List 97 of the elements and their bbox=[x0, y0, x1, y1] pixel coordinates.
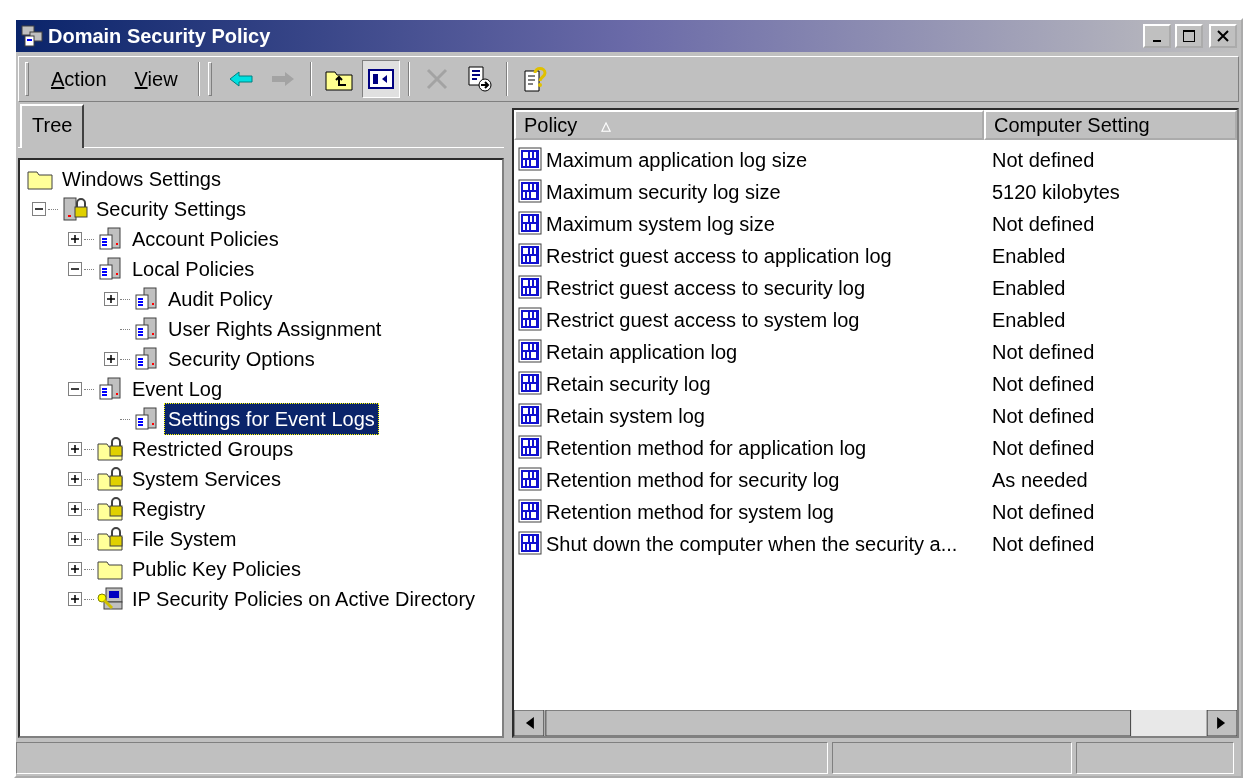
table-cell-text: Enabled bbox=[991, 276, 1066, 301]
table-cell-text: Not defined bbox=[991, 436, 1095, 461]
table-cell-text: Restrict guest access to application log bbox=[546, 244, 892, 269]
server-document-icon bbox=[96, 376, 124, 402]
table-cell-text: Shut down the computer when the security a... bbox=[546, 532, 958, 557]
tree-item[interactable]: Local Policies bbox=[128, 253, 259, 285]
menu-item[interactable]: View bbox=[122, 62, 190, 96]
server-document-icon bbox=[132, 346, 160, 372]
table-cell-text: Not defined bbox=[991, 372, 1095, 397]
policy-icon bbox=[518, 531, 544, 557]
column-header[interactable]: Policy ▵ bbox=[514, 110, 984, 140]
tree-item[interactable]: File System bbox=[128, 523, 241, 555]
table-cell-text: Not defined bbox=[991, 340, 1095, 365]
policy-icon bbox=[518, 499, 544, 525]
expand-icon[interactable] bbox=[104, 352, 118, 366]
table-cell-text: Retention method for system log bbox=[546, 500, 834, 525]
table-cell-text: Not defined bbox=[991, 500, 1095, 525]
tree-item[interactable]: Settings for Event Logs bbox=[164, 403, 379, 435]
tree-item[interactable]: Public Key Policies bbox=[128, 553, 305, 585]
policy-icon bbox=[518, 275, 544, 301]
computer-key-icon bbox=[96, 586, 124, 612]
tree-item[interactable]: Security Options bbox=[164, 343, 319, 375]
table-cell-text: As needed bbox=[991, 468, 1088, 493]
table-cell-text: Not defined bbox=[991, 404, 1095, 429]
collapse-icon[interactable] bbox=[68, 262, 82, 276]
locked-folder-icon bbox=[96, 497, 124, 521]
policy-icon bbox=[518, 147, 544, 173]
policy-icon bbox=[518, 339, 544, 365]
close-button[interactable] bbox=[1209, 24, 1237, 48]
policy-icon bbox=[518, 435, 544, 461]
tree-item[interactable]: Security Settings bbox=[92, 193, 251, 225]
table-cell-text: 5120 kilobytes bbox=[991, 180, 1120, 205]
menu-item[interactable]: Action bbox=[39, 62, 119, 96]
policy-icon bbox=[518, 307, 544, 333]
horizontal-scrollbar[interactable] bbox=[514, 710, 1237, 736]
table-cell-text: Not defined bbox=[991, 148, 1095, 173]
server-document-icon bbox=[132, 406, 160, 432]
minimize-button[interactable] bbox=[1143, 24, 1171, 48]
table-cell-text: Maximum security log size bbox=[546, 180, 781, 205]
policy-icon bbox=[518, 179, 544, 205]
table-cell-text: Retain application log bbox=[546, 340, 738, 365]
policy-icon bbox=[518, 403, 544, 429]
policy-icon bbox=[518, 243, 544, 269]
expand-icon[interactable] bbox=[104, 292, 118, 306]
expand-icon[interactable] bbox=[68, 472, 82, 486]
app-icon bbox=[20, 24, 44, 48]
expand-icon[interactable] bbox=[68, 232, 82, 246]
expand-icon[interactable] bbox=[68, 502, 82, 516]
table-cell-text: Enabled bbox=[991, 308, 1066, 333]
server-document-icon bbox=[96, 226, 124, 252]
expand-icon[interactable] bbox=[68, 562, 82, 576]
locked-folder-icon bbox=[96, 467, 124, 491]
server-document-icon bbox=[132, 316, 160, 342]
table-cell-text: Maximum application log size bbox=[546, 148, 808, 173]
tree-item[interactable]: System Services bbox=[128, 463, 285, 495]
minimize-icon bbox=[1153, 40, 1161, 42]
window-title: Domain Security Policy bbox=[48, 24, 271, 49]
table-cell-text: Not defined bbox=[991, 212, 1095, 237]
forward-arrow-icon bbox=[269, 69, 296, 89]
locked-folder-icon bbox=[96, 527, 124, 551]
locked-server-icon bbox=[60, 196, 88, 222]
table-cell-text: Retention method for application log bbox=[546, 436, 867, 461]
server-document-icon bbox=[96, 256, 124, 282]
tab[interactable]: Tree bbox=[20, 104, 85, 148]
tree-item[interactable]: Restricted Groups bbox=[128, 433, 298, 465]
column-header[interactable]: Computer Setting bbox=[984, 110, 1237, 140]
back-arrow-icon bbox=[227, 69, 254, 89]
collapse-icon[interactable] bbox=[32, 202, 46, 216]
table-cell-text: Restrict guest access to system log bbox=[546, 308, 860, 333]
tree-item[interactable]: Registry bbox=[128, 493, 210, 525]
tree-item[interactable]: User Rights Assignment bbox=[164, 313, 386, 345]
table-cell-text: Retain system log bbox=[546, 404, 705, 429]
table-cell-text: Not defined bbox=[991, 532, 1095, 557]
table-cell-text: Retention method for security log bbox=[546, 468, 840, 493]
tree-item[interactable]: Audit Policy bbox=[164, 283, 277, 315]
server-document-icon bbox=[132, 286, 160, 312]
expand-icon[interactable] bbox=[68, 532, 82, 546]
maximize-icon bbox=[1182, 29, 1196, 43]
table-cell-text: Retain security log bbox=[546, 372, 711, 397]
table-cell-text: Maximum system log size bbox=[546, 212, 775, 237]
pane-toggle-icon bbox=[366, 67, 395, 91]
tree-item[interactable]: Event Log bbox=[128, 373, 227, 405]
tree-item[interactable]: Windows Settings bbox=[58, 163, 225, 195]
maximize-button[interactable] bbox=[1175, 24, 1203, 48]
expand-icon[interactable] bbox=[68, 442, 82, 456]
table-cell-text: Enabled bbox=[991, 244, 1066, 269]
locked-folder-icon bbox=[96, 437, 124, 461]
tree-item[interactable]: Account Policies bbox=[128, 223, 283, 255]
close-icon bbox=[1216, 29, 1230, 43]
toolbar-button[interactable] bbox=[361, 60, 400, 98]
expand-icon[interactable] bbox=[68, 592, 82, 606]
tree-item[interactable]: IP Security Policies on Active Directory bbox=[128, 583, 480, 615]
collapse-icon[interactable] bbox=[68, 382, 82, 396]
table-cell-text: Restrict guest access to security log bbox=[546, 276, 865, 301]
policy-icon bbox=[518, 371, 544, 397]
policy-icon bbox=[518, 211, 544, 237]
policy-icon bbox=[518, 467, 544, 493]
